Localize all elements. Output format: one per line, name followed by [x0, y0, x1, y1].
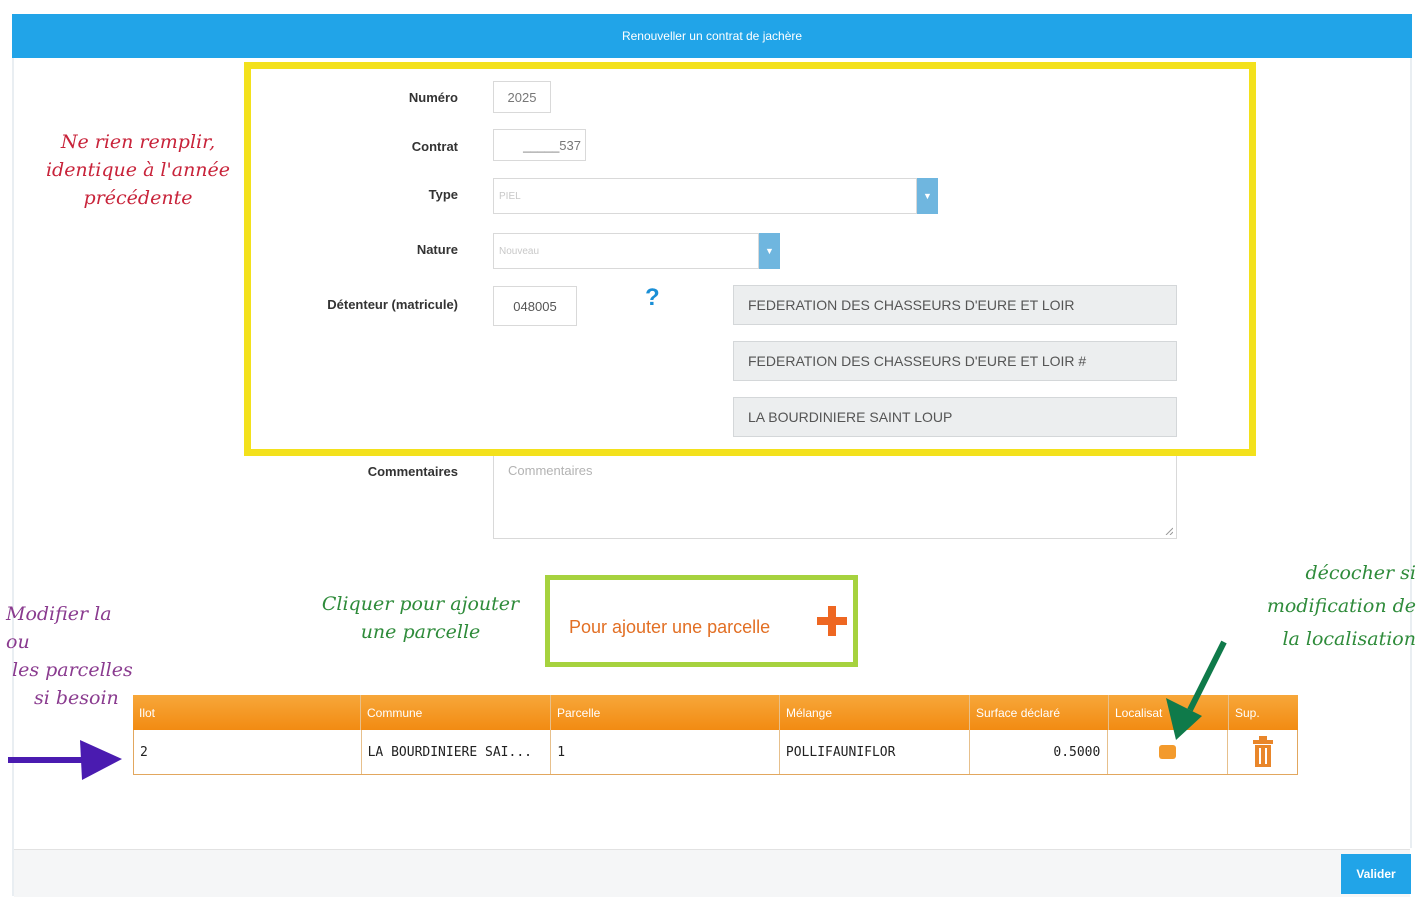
- cell-surface: 0.5000: [970, 730, 1109, 774]
- cell-commune: LA BOURDINIERE SAI...: [362, 730, 552, 774]
- annotation-green-loc-line: modification de: [1266, 595, 1416, 617]
- annotation-red-line: identique à l'année: [45, 159, 231, 181]
- annotation-purple-line: les parcelles: [12, 659, 133, 681]
- annotation-green-add-line: une parcelle: [360, 621, 481, 643]
- resize-handle-icon[interactable]: [1165, 527, 1173, 535]
- commentaires-textarea[interactable]: Commentaires: [493, 454, 1177, 539]
- column-header-melange[interactable]: Mélange: [780, 695, 970, 730]
- column-header-ilot[interactable]: Ilot: [133, 695, 361, 730]
- annotation-purple-line: Modifier la ou: [6, 603, 112, 653]
- annotation-green-loc-line: la localisation: [1282, 628, 1416, 650]
- localisation-checkbox[interactable]: [1159, 745, 1177, 759]
- annotation-red-line: précédente: [83, 187, 193, 209]
- parcel-table: Ilot Commune Parcelle Mélange Surface dé…: [133, 695, 1298, 775]
- highlight-frame-yellow: [244, 62, 1256, 456]
- column-header-surface[interactable]: Surface déclaré: [970, 695, 1109, 730]
- annotation-green-localisation: décocher si modification de la localisat…: [1256, 557, 1416, 656]
- annotation-green-add: Cliquer pour ajouter une parcelle: [298, 590, 543, 646]
- column-header-commune[interactable]: Commune: [361, 695, 551, 730]
- dialog-footer: [14, 849, 1410, 897]
- dialog-title: Renouveller un contrat de jachère: [621, 29, 803, 43]
- annotation-green-add-line: Cliquer pour ajouter: [321, 593, 520, 615]
- annotation-purple: Modifier la ou les parcelles si besoin: [6, 600, 136, 712]
- plus-icon[interactable]: [814, 603, 850, 639]
- arrow-green-icon: [1166, 640, 1227, 740]
- annotation-red: Ne rien remplir, identique à l'année pré…: [38, 128, 238, 212]
- cell-melange: POLLIFAUNIFLOR: [780, 730, 970, 774]
- annotation-green-loc-line: décocher si: [1305, 562, 1416, 584]
- table-row[interactable]: 2 LA BOURDINIERE SAI... 1 POLLIFAUNIFLOR…: [133, 730, 1298, 775]
- commentaires-label: Commentaires: [367, 464, 458, 479]
- cell-parcelle: 1: [551, 730, 780, 774]
- table-header: Ilot Commune Parcelle Mélange Surface dé…: [133, 695, 1298, 730]
- cell-ilot: 2: [134, 730, 362, 774]
- column-header-parcelle[interactable]: Parcelle: [551, 695, 780, 730]
- trash-icon[interactable]: [1252, 736, 1274, 768]
- right-border: [1410, 58, 1412, 848]
- arrow-purple-icon: [8, 740, 122, 780]
- dialog-header: Renouveller un contrat de jachère: [12, 14, 1412, 58]
- annotation-purple-line: si besoin: [34, 687, 119, 709]
- validate-button[interactable]: Valider: [1341, 854, 1411, 894]
- commentaires-placeholder: Commentaires: [508, 463, 593, 478]
- add-parcel-label[interactable]: Pour ajouter une parcelle: [569, 617, 770, 638]
- annotation-red-line: Ne rien remplir,: [60, 131, 216, 153]
